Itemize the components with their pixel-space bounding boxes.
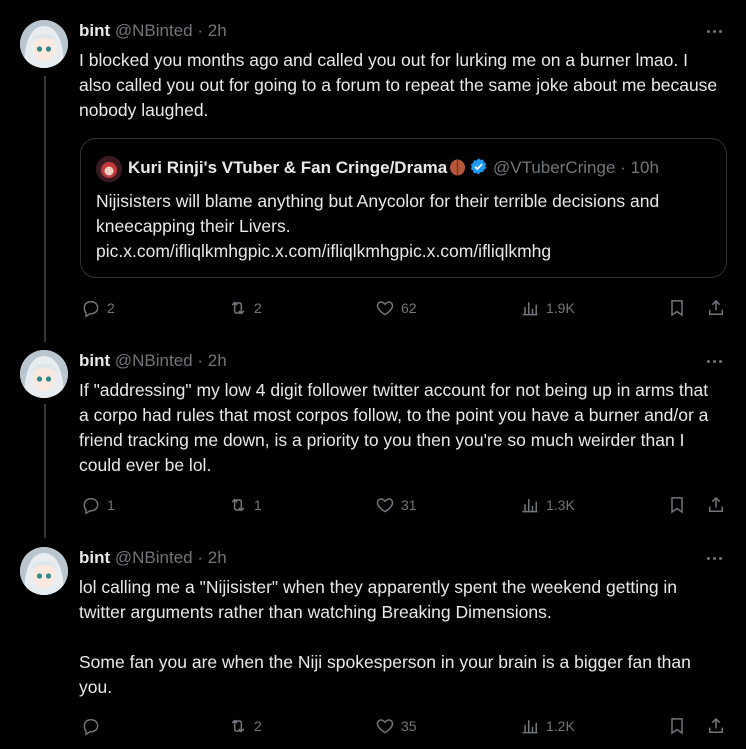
views-icon [520, 716, 540, 736]
avatar[interactable] [20, 547, 68, 595]
avatar[interactable] [20, 20, 68, 68]
tweet[interactable]: bint @NBinted · 2h lol calling me a "Nij… [0, 547, 746, 747]
more-icon[interactable] [704, 549, 724, 567]
separator-dot: · [197, 548, 204, 567]
tweet-actions: 2 35 1.2K [0, 714, 746, 738]
reply-button[interactable]: 2 [81, 296, 115, 320]
bookmark-button[interactable] [667, 714, 687, 738]
display-name[interactable]: bint [79, 21, 110, 40]
bookmark-button[interactable] [667, 296, 687, 320]
repost-icon [228, 716, 248, 736]
share-icon [706, 298, 726, 318]
repost-count: 1 [254, 497, 262, 513]
reply-icon [81, 716, 101, 736]
timestamp[interactable]: 2h [208, 548, 227, 567]
avatar-icon [20, 350, 68, 398]
quoted-display-name: Kuri Rinji's VTuber & Fan Cringe/Drama [128, 158, 448, 177]
views-button[interactable]: 1.9K [520, 296, 575, 320]
bookmark-icon [667, 716, 687, 736]
bookmark-button[interactable] [667, 493, 687, 517]
like-button[interactable]: 31 [375, 493, 417, 517]
views-icon [520, 495, 540, 515]
tweet-header: bint @NBinted · 2h [79, 20, 227, 42]
share-button[interactable] [706, 296, 726, 320]
share-button[interactable] [706, 714, 726, 738]
reply-count: 1 [107, 497, 115, 513]
like-button[interactable]: 35 [375, 714, 417, 738]
display-name[interactable]: bint [79, 351, 110, 370]
repost-button[interactable]: 2 [228, 296, 262, 320]
separator-dot: · [197, 21, 204, 40]
tweet[interactable]: bint @NBinted · 2h I blocked you months … [0, 20, 746, 320]
like-count: 31 [401, 497, 417, 513]
repost-button[interactable]: 2 [228, 714, 262, 738]
share-icon [706, 716, 726, 736]
repost-icon [228, 495, 248, 515]
timestamp[interactable]: 2h [208, 351, 227, 370]
like-count: 62 [401, 300, 417, 316]
reply-button[interactable]: 1 [81, 493, 115, 517]
heart-icon [375, 716, 395, 736]
share-icon [706, 495, 726, 515]
view-count: 1.3K [546, 497, 575, 513]
share-button[interactable] [706, 493, 726, 517]
more-icon[interactable] [704, 22, 724, 40]
quoted-tweet[interactable]: Kuri Rinji's VTuber & Fan Cringe/Drama @… [80, 138, 727, 278]
user-handle[interactable]: @NBinted [115, 351, 193, 370]
tweet[interactable]: bint @NBinted · 2h If "addressing" my lo… [0, 350, 746, 520]
separator-dot: · [620, 158, 626, 177]
heart-icon [375, 495, 395, 515]
view-count: 1.9K [546, 300, 575, 316]
tweet-header: bint @NBinted · 2h [79, 350, 227, 372]
repost-count: 2 [254, 718, 262, 734]
tweet-text: I blocked you months ago and called you … [79, 50, 723, 120]
repost-button[interactable]: 1 [228, 493, 262, 517]
quoted-handle: @VTuberCringe [492, 158, 616, 177]
display-name[interactable]: bint [79, 548, 110, 567]
view-count: 1.2K [546, 718, 575, 734]
reply-icon [81, 298, 101, 318]
bookmark-icon [667, 298, 687, 318]
separator-dot: · [197, 351, 204, 370]
quoted-header: Kuri Rinji's VTuber & Fan Cringe/Drama @… [128, 157, 659, 179]
chestnut-icon [450, 159, 466, 176]
repost-icon [228, 298, 248, 318]
avatar-icon [20, 547, 68, 595]
reply-button[interactable] [81, 714, 107, 738]
quoted-text: Nijisisters will blame anything but Anyc… [96, 191, 660, 261]
views-button[interactable]: 1.3K [520, 493, 575, 517]
heart-icon [375, 298, 395, 318]
quoted-timestamp: 10h [630, 158, 659, 177]
tweet-header: bint @NBinted · 2h [79, 547, 227, 569]
user-handle[interactable]: @NBinted [115, 548, 193, 567]
repost-count: 2 [254, 300, 262, 316]
like-count: 35 [401, 718, 417, 734]
avatar[interactable] [20, 350, 68, 398]
views-icon [520, 298, 540, 318]
quoted-avatar-icon [96, 156, 122, 182]
avatar-icon [20, 20, 68, 68]
verified-icon [471, 158, 487, 175]
reply-icon [81, 495, 101, 515]
reply-count: 2 [107, 300, 115, 316]
tweet-actions: 2 2 62 1.9K [0, 296, 746, 320]
tweet-actions: 1 1 31 1.3K [0, 493, 746, 517]
user-handle[interactable]: @NBinted [115, 21, 193, 40]
timestamp[interactable]: 2h [208, 21, 227, 40]
views-button[interactable]: 1.2K [520, 714, 575, 738]
tweet-text: If "addressing" my low 4 digit follower … [79, 380, 714, 475]
bookmark-icon [667, 495, 687, 515]
tweet-text: lol calling me a "Nijisister" when they … [79, 577, 691, 697]
quoted-avatar [96, 156, 122, 182]
like-button[interactable]: 62 [375, 296, 417, 320]
more-icon[interactable] [704, 352, 724, 370]
